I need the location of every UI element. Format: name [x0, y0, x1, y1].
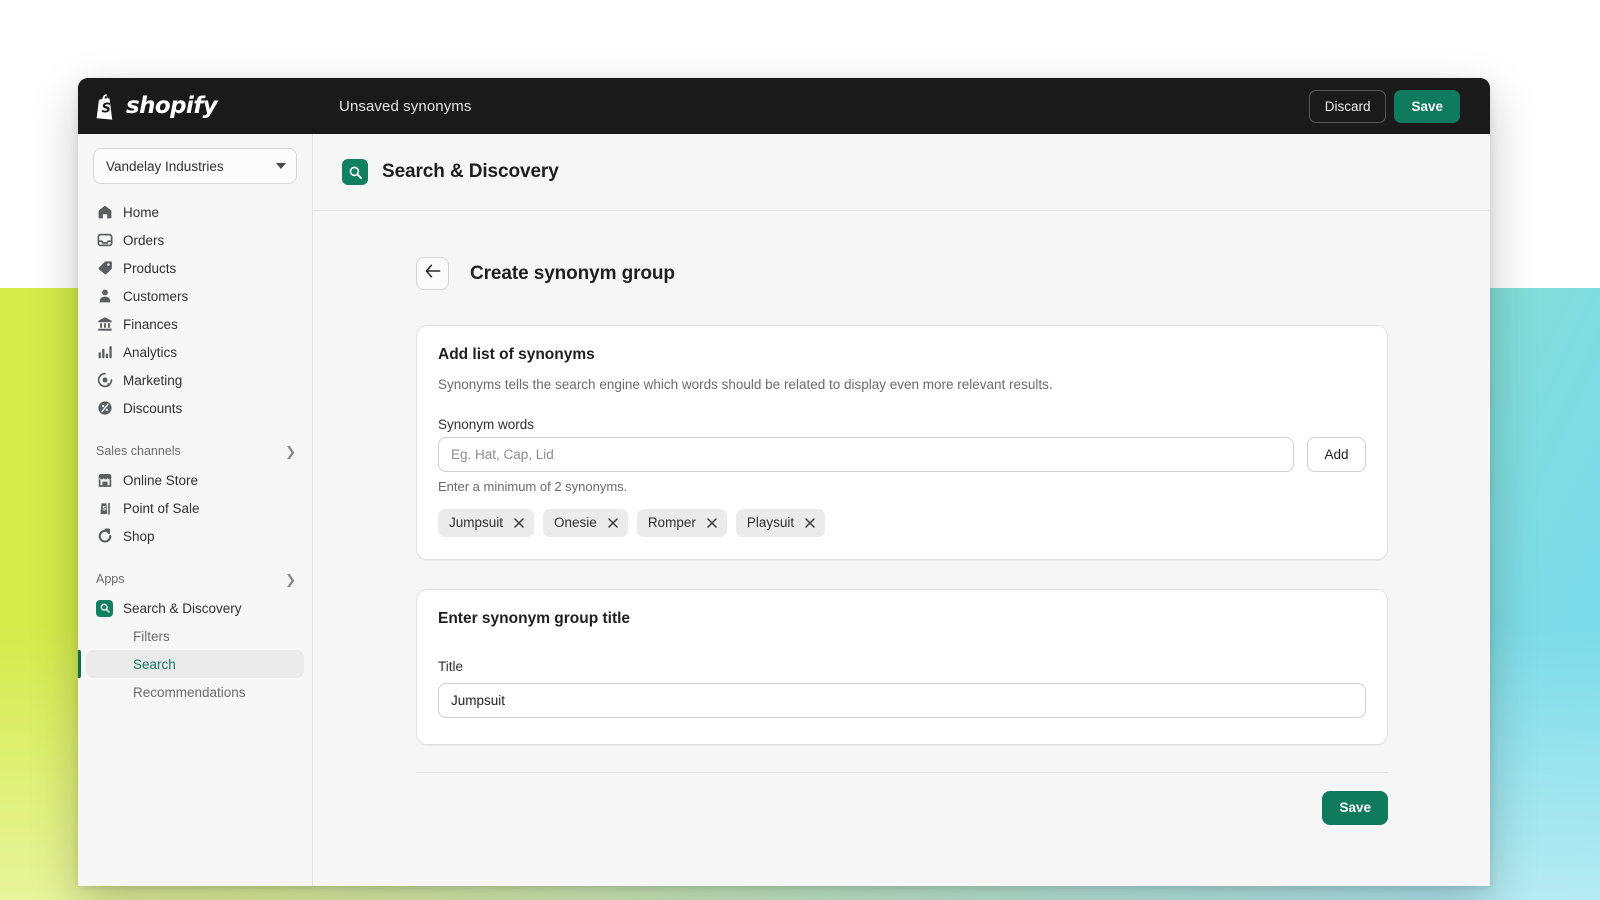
- svg-text:S: S: [102, 506, 106, 513]
- sidebar-item-label: Products: [123, 260, 177, 276]
- page-content: Create synonym group Add list of synonym…: [313, 211, 1490, 825]
- chevron-right-icon: ❯: [285, 571, 296, 587]
- sidebar-item-label: Customers: [123, 288, 189, 304]
- back-button[interactable]: [416, 257, 449, 290]
- topbar-actions: Discard Save: [1308, 78, 1460, 134]
- arrow-left-icon: [425, 264, 441, 283]
- synonyms-card-description: Synonyms tells the search engine which w…: [438, 377, 1053, 392]
- sidebar-item-label: Point of Sale: [123, 500, 200, 516]
- orders-inbox-icon: [96, 232, 113, 249]
- synonym-tag: Playsuit: [735, 508, 826, 537]
- footer-actions: Save: [416, 790, 1388, 825]
- unsaved-status-title: Unsaved synonyms: [339, 97, 472, 115]
- synonym-tag: Onesie: [543, 508, 628, 537]
- synonym-tag-label: Onesie: [554, 515, 597, 531]
- sidebar-item-label: Home: [123, 204, 160, 220]
- sidebar: Vandelay Industries Home Orders Products…: [78, 134, 313, 886]
- sidebar-item-shop[interactable]: Shop: [86, 522, 304, 550]
- shopify-bag-icon: S: [94, 93, 119, 120]
- shopify-logo[interactable]: S shopify: [94, 93, 218, 120]
- window-body: Vandelay Industries Home Orders Products…: [78, 134, 1490, 886]
- sidebar-item-search-and-discovery[interactable]: Search & Discovery: [86, 594, 304, 622]
- synonym-words-input[interactable]: [438, 436, 1294, 472]
- main-content: Search & Discovery Create synonym group …: [313, 134, 1490, 886]
- shopify-wordmark: shopify: [126, 93, 218, 119]
- synonyms-card: Add list of synonyms Synonyms tells the …: [416, 325, 1388, 560]
- footer-divider: [416, 771, 1388, 773]
- synonym-tag-label: Romper: [647, 515, 696, 531]
- sidebar-item-label: Search & Discovery: [123, 600, 242, 616]
- app-header: Search & Discovery: [313, 134, 1490, 211]
- save-button-bottom[interactable]: Save: [1322, 790, 1388, 825]
- title-card: Enter synonym group title Title: [416, 588, 1388, 745]
- synonym-group-title-input[interactable]: [438, 682, 1366, 718]
- products-tag-icon: [96, 260, 113, 277]
- svg-text:S: S: [102, 101, 111, 116]
- sidebar-item-label: Discounts: [123, 400, 183, 416]
- sidebar-item-orders[interactable]: Orders: [86, 226, 304, 254]
- title-card-title: Enter synonym group title: [438, 609, 631, 627]
- sidebar-item-customers[interactable]: Customers: [86, 282, 304, 310]
- shop-icon: [96, 528, 113, 545]
- sidebar-item-online-store[interactable]: Online Store: [86, 466, 304, 494]
- discounts-badge-icon: [96, 400, 113, 417]
- sidebar-item-label: Shop: [123, 528, 155, 544]
- sidebar-item-label: Finances: [123, 316, 178, 332]
- discard-button[interactable]: Discard: [1308, 89, 1387, 123]
- finances-bank-icon: [96, 316, 113, 333]
- home-icon: [96, 204, 113, 221]
- close-icon[interactable]: [606, 516, 620, 530]
- sidebar-item-finances[interactable]: Finances: [86, 310, 304, 338]
- sidebar-subitem-filters[interactable]: Filters: [86, 622, 304, 650]
- synonym-input-row: Add: [438, 436, 1366, 472]
- sidebar-item-analytics[interactable]: Analytics: [86, 338, 304, 366]
- synonym-tag-label: Playsuit: [746, 515, 795, 531]
- sidebar-item-label: Orders: [123, 232, 165, 248]
- customers-person-icon: [96, 288, 113, 305]
- analytics-bars-icon: [96, 344, 113, 361]
- store-switcher[interactable]: Vandelay Industries: [93, 148, 297, 184]
- synonyms-card-title: Add list of synonyms: [438, 346, 595, 363]
- title-field-label: Title: [438, 658, 464, 674]
- save-button-top[interactable]: Save: [1394, 89, 1460, 123]
- search-discovery-app-icon: [342, 159, 368, 185]
- close-icon[interactable]: [803, 516, 817, 530]
- search-discovery-app-icon: [96, 599, 113, 617]
- close-icon[interactable]: [512, 516, 526, 530]
- sidebar-item-label: Marketing: [123, 372, 183, 388]
- close-icon[interactable]: [705, 516, 719, 530]
- chevron-down-icon: [276, 163, 286, 169]
- section-label: Apps: [96, 572, 125, 586]
- sidebar-subitem-recommendations[interactable]: Recommendations: [86, 678, 304, 706]
- add-synonym-button[interactable]: Add: [1307, 436, 1366, 472]
- active-indicator-bar: [78, 650, 81, 678]
- app-title: Search & Discovery: [382, 161, 559, 182]
- sidebar-item-label: Online Store: [123, 472, 199, 488]
- synonym-tag: Jumpsuit: [438, 508, 535, 537]
- section-label: Sales channels: [96, 444, 181, 458]
- top-bar: S shopify Unsaved synonyms Discard Save: [78, 78, 1490, 134]
- online-store-icon: [96, 472, 113, 489]
- page-header: Create synonym group: [313, 257, 1490, 290]
- sidebar-item-discounts[interactable]: Discounts: [86, 394, 304, 422]
- sidebar-item-label: Analytics: [123, 344, 178, 360]
- sidebar-section-apps[interactable]: Apps ❯: [86, 566, 304, 592]
- sidebar-item-home[interactable]: Home: [86, 198, 304, 226]
- chevron-right-icon: ❯: [285, 443, 296, 459]
- sidebar-section-sales-channels[interactable]: Sales channels ❯: [86, 438, 304, 464]
- synonym-help-text: Enter a minimum of 2 synonyms.: [438, 478, 628, 494]
- marketing-target-icon: [96, 372, 113, 389]
- store-name: Vandelay Industries: [106, 158, 224, 174]
- browser-window: S shopify Unsaved synonyms Discard Save …: [78, 78, 1490, 886]
- point-of-sale-icon: S: [96, 500, 113, 517]
- synonym-tag-list: Jumpsuit Onesie Romper Playsuit: [438, 508, 1366, 537]
- synonym-tag-label: Jumpsuit: [449, 515, 504, 531]
- synonym-tag: Romper: [636, 508, 727, 537]
- sidebar-item-products[interactable]: Products: [86, 254, 304, 282]
- sidebar-item-point-of-sale[interactable]: S Point of Sale: [86, 494, 304, 522]
- sidebar-subitem-search[interactable]: Search: [86, 650, 304, 678]
- sidebar-item-marketing[interactable]: Marketing: [86, 366, 304, 394]
- page-title: Create synonym group: [470, 262, 675, 284]
- synonym-words-label: Synonym words: [438, 416, 535, 432]
